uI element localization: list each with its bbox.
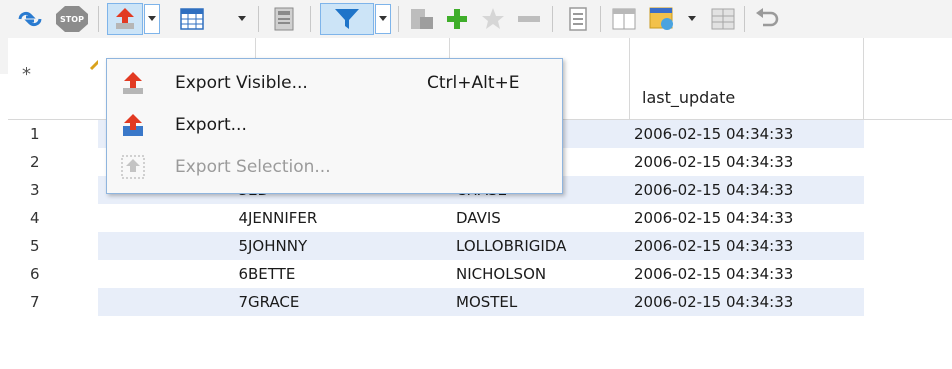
columns-icon [612,8,636,30]
menu-item-label: Export Selection... [175,157,331,177]
row-number[interactable]: 2 [8,148,98,176]
row-number[interactable]: 4 [8,204,98,232]
add-row-button[interactable] [440,0,474,38]
document-icon [569,7,587,31]
cell-first-name[interactable]: BETTE [248,260,450,288]
minus-icon [518,16,540,22]
separator [552,6,553,32]
table-icon [180,8,204,30]
export-icon [123,114,143,136]
stop-button[interactable]: STOP [52,0,92,38]
cell-first-name[interactable]: JOHNNY [248,232,450,260]
cell-last-update[interactable]: 2006-02-15 04:34:33 [634,260,864,288]
export-selection-icon [121,155,145,179]
cell-last-update[interactable]: 2006-02-15 04:34:33 [634,148,864,176]
cell-last-update[interactable]: 2006-02-15 04:34:33 [634,120,864,148]
separator [258,6,259,32]
separator [600,6,601,32]
export-icon [116,8,134,29]
cell-last-update[interactable]: 2006-02-15 04:34:33 [634,232,864,260]
favorite-button[interactable] [476,0,510,38]
grid-view-dropdown-arrow[interactable] [234,4,250,34]
form-view-button[interactable] [266,0,302,38]
columns-button[interactable] [606,0,642,38]
grid-detail-icon [711,8,735,30]
chevron-down-icon [379,16,387,21]
delete-row-button[interactable] [512,0,546,38]
table-row[interactable]: 5 JOHNNY LOLLOBRIGIDA 2006-02-15 04:34:33 [98,232,864,260]
row-number[interactable]: 1 [8,120,98,148]
chevron-down-icon [238,16,246,21]
table-row[interactable]: 4 JENNIFER DAVIS 2006-02-15 04:34:33 [98,204,864,232]
cell-last-name[interactable]: LOLLOBRIGIDA [456,232,636,260]
grid-view-button[interactable] [172,0,212,38]
save-icon [411,9,433,29]
filter-dropdown-arrow[interactable] [375,4,391,34]
cell-id[interactable]: 6 [98,260,248,288]
stop-icon: STOP [56,6,88,32]
menu-item-label: Export... [175,115,247,135]
save-button[interactable] [404,0,440,38]
undo-icon [756,8,779,27]
cell-last-update[interactable]: 2006-02-15 04:34:33 [634,288,864,316]
separator [398,6,399,32]
menu-item-export[interactable]: Export... [107,105,562,145]
chart-icon [649,7,673,30]
column-header-last-update[interactable]: last_update [630,38,864,119]
cell-last-name[interactable]: DAVIS [456,204,636,232]
row-header-corner[interactable]: * [8,38,101,120]
export-dropdown-arrow[interactable] [144,4,160,34]
copy-button[interactable] [560,0,596,38]
empty-header-area [864,38,952,120]
menu-item-shortcut: Ctrl+Alt+E [427,73,520,93]
chart-dropdown-arrow[interactable] [684,4,700,34]
menu-item-export-selection[interactable]: Export Selection... [107,147,562,187]
chevron-down-icon [688,16,696,21]
export-menu: Export Visible... Ctrl+Alt+E Export... E… [106,58,563,194]
plus-icon [447,9,467,29]
cell-id[interactable]: 5 [98,232,248,260]
star-icon [482,8,504,29]
cell-id[interactable]: 4 [98,204,248,232]
filter-icon [335,9,359,29]
chevron-down-icon [148,16,156,21]
row-number[interactable]: 7 [8,288,98,316]
details-button[interactable] [706,0,740,38]
separator [744,6,745,32]
menu-item-label: Export Visible... [175,73,308,93]
refresh-button[interactable] [12,0,48,38]
row-number[interactable]: 5 [8,232,98,260]
export-visible-icon [123,72,143,94]
menu-item-export-visible[interactable]: Export Visible... Ctrl+Alt+E [107,63,562,103]
refresh-icon [18,11,42,27]
cell-first-name[interactable]: JENNIFER [248,204,450,232]
cell-last-update[interactable]: 2006-02-15 04:34:33 [634,204,864,232]
cell-last-name[interactable]: NICHOLSON [456,260,636,288]
cell-id[interactable]: 7 [98,288,248,316]
table-row[interactable]: 6 BETTE NICHOLSON 2006-02-15 04:34:33 [98,260,864,288]
chart-button[interactable] [644,0,680,38]
separator [98,6,99,32]
corner-symbol: * [22,64,31,85]
filter-button[interactable] [320,3,374,35]
export-button[interactable] [107,3,143,35]
stop-label: STOP [60,15,84,24]
row-number[interactable]: 6 [8,260,98,288]
cell-last-update[interactable]: 2006-02-15 04:34:33 [634,176,864,204]
cell-last-name[interactable]: MOSTEL [456,288,636,316]
form-icon [274,7,294,31]
table-row[interactable]: 7 GRACE MOSTEL 2006-02-15 04:34:33 [98,288,864,316]
undo-button[interactable] [750,0,784,38]
row-number[interactable]: 3 [8,176,98,204]
separator [310,6,311,32]
cell-first-name[interactable]: GRACE [248,288,450,316]
